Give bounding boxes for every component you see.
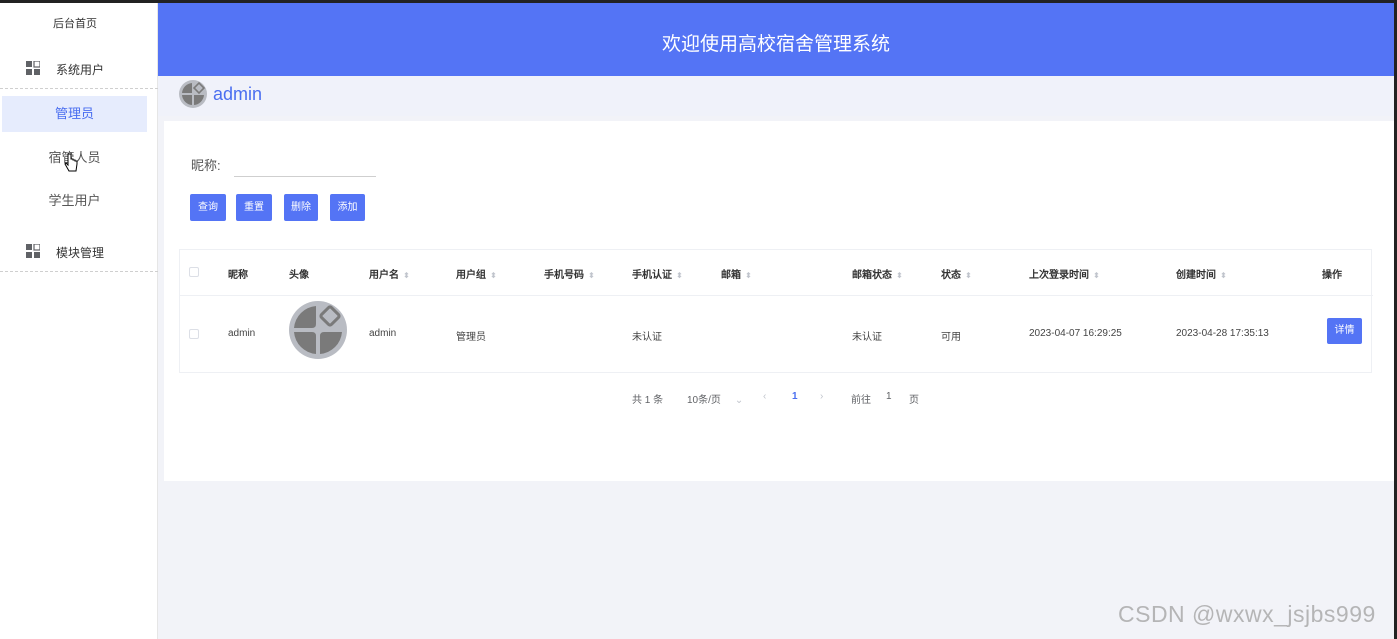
column-header-label: 邮箱状态: [852, 270, 892, 281]
sidebar-group-system-users[interactable]: 系统用户: [0, 45, 158, 89]
column-header-email-status[interactable]: 邮箱状态 ⬍: [852, 266, 903, 281]
sort-icon[interactable]: ⬍: [1093, 271, 1100, 280]
query-button[interactable]: 查询: [190, 194, 226, 221]
column-header-phone-auth[interactable]: 手机认证 ⬍: [632, 266, 683, 281]
watermark: CSDN @wxwx_jsjbs999: [1118, 601, 1376, 627]
add-button[interactable]: 添加: [330, 194, 365, 221]
detail-button[interactable]: 详情: [1327, 318, 1362, 344]
sort-icon[interactable]: ⬍: [403, 271, 410, 280]
column-header-label: 用户组: [456, 270, 486, 281]
select-all-checkbox[interactable]: [189, 267, 199, 277]
goto-label: 前往: [851, 395, 871, 406]
sidebar-item-admin[interactable]: 管理员: [2, 96, 147, 132]
column-header-username[interactable]: 用户名 ⬍: [369, 266, 410, 281]
sort-icon[interactable]: ⬍: [676, 271, 683, 280]
column-header-label: 状态: [941, 270, 961, 281]
sidebar-item-home[interactable]: 后台首页: [0, 15, 150, 31]
page-size-select[interactable]: 10条/页 ⌄: [687, 391, 743, 406]
column-header-status[interactable]: 状态 ⬍: [941, 266, 972, 281]
cell-username: admin: [369, 328, 397, 339]
column-header-label: 上次登录时间: [1029, 270, 1089, 281]
sidebar-group-label: 模块管理: [56, 246, 105, 260]
next-page-icon[interactable]: ›: [820, 391, 823, 402]
column-header-label: 手机认证: [632, 270, 672, 281]
user-bar: admin: [158, 76, 1394, 116]
cell-status: 可用: [941, 332, 961, 343]
sidebar-group-module-manage[interactable]: 模块管理: [0, 228, 158, 272]
column-header: 操作: [1322, 270, 1342, 281]
page-size-value: 10条/页: [687, 395, 721, 406]
sort-icon[interactable]: ⬍: [965, 271, 972, 280]
current-username[interactable]: admin: [213, 84, 262, 105]
column-header-label: 用户名: [369, 270, 399, 281]
column-header-label: 邮箱: [721, 270, 741, 281]
search-label: 昵称:: [191, 158, 221, 173]
nickname-search-input[interactable]: [234, 149, 376, 177]
user-table: 昵称 头像 用户名 ⬍ 用户组 ⬍ 手机号码 ⬍ 手机认证 ⬍ 邮箱 ⬍ 邮箱状态 ⬍ 状态…: [179, 249, 1373, 373]
column-header: 头像: [289, 270, 309, 281]
pagination: 共 1 条 10条/页 ⌄ ‹ 1 › 前往 1 页: [164, 389, 1394, 406]
prev-page-icon[interactable]: ‹: [763, 391, 766, 402]
cell-nickname: admin: [228, 328, 256, 339]
column-header-phone[interactable]: 手机号码 ⬍: [544, 266, 595, 281]
sort-icon[interactable]: ⬍: [745, 271, 752, 280]
column-header-last-login[interactable]: 上次登录时间 ⬍: [1029, 266, 1100, 281]
sort-icon[interactable]: ⬍: [490, 271, 497, 280]
page-number-current[interactable]: 1: [792, 391, 798, 402]
sidebar: 后台首页 系统用户 管理员 宿管人员 学生用户 模块管理: [0, 3, 158, 639]
column-header-group[interactable]: 用户组 ⬍: [456, 266, 497, 281]
column-header: 昵称: [228, 270, 248, 281]
cell-last-login: 2023-04-07 16:29:25: [1029, 328, 1122, 339]
sidebar-item-students[interactable]: 学生用户: [2, 183, 147, 219]
column-header-label: 创建时间: [1176, 270, 1216, 281]
chevron-down-icon: ⌄: [734, 395, 744, 406]
cell-created: 2023-04-28 17:35:13: [1176, 328, 1269, 339]
delete-button[interactable]: 删除: [284, 194, 318, 221]
page-title: 欢迎使用高校宿舍管理系统: [661, 34, 890, 55]
sort-icon[interactable]: ⬍: [896, 271, 903, 280]
cell-phone-auth: 未认证: [632, 332, 662, 343]
content-panel: 昵称: 查询 重置 删除 添加 昵称 头像 用户名 ⬍ 用户组 ⬍ 手机号码 ⬍ 手机…: [164, 121, 1394, 481]
grid-icon: [26, 244, 40, 258]
top-header: 欢迎使用高校宿舍管理系统: [158, 3, 1394, 76]
row-divider: [180, 295, 1373, 296]
row-checkbox[interactable]: [189, 329, 199, 339]
column-header-created[interactable]: 创建时间 ⬍: [1176, 266, 1227, 281]
cell-group: 管理员: [456, 332, 486, 343]
grid-icon: [26, 61, 40, 75]
column-header-email[interactable]: 邮箱 ⬍: [721, 266, 752, 281]
column-header-label: 手机号码: [544, 270, 584, 281]
sidebar-group-label: 系统用户: [56, 63, 105, 77]
cell-email-status: 未认证: [852, 332, 882, 343]
avatar[interactable]: [179, 80, 207, 108]
goto-page-input[interactable]: 1: [886, 391, 892, 402]
hand-cursor-icon: [64, 153, 78, 172]
reset-button[interactable]: 重置: [236, 194, 272, 221]
goto-page-suffix: 页: [909, 395, 919, 406]
sort-icon[interactable]: ⬍: [588, 271, 595, 280]
avatar: [289, 301, 347, 359]
sort-icon[interactable]: ⬍: [1220, 271, 1227, 280]
pagination-total: 共 1 条: [632, 395, 664, 406]
